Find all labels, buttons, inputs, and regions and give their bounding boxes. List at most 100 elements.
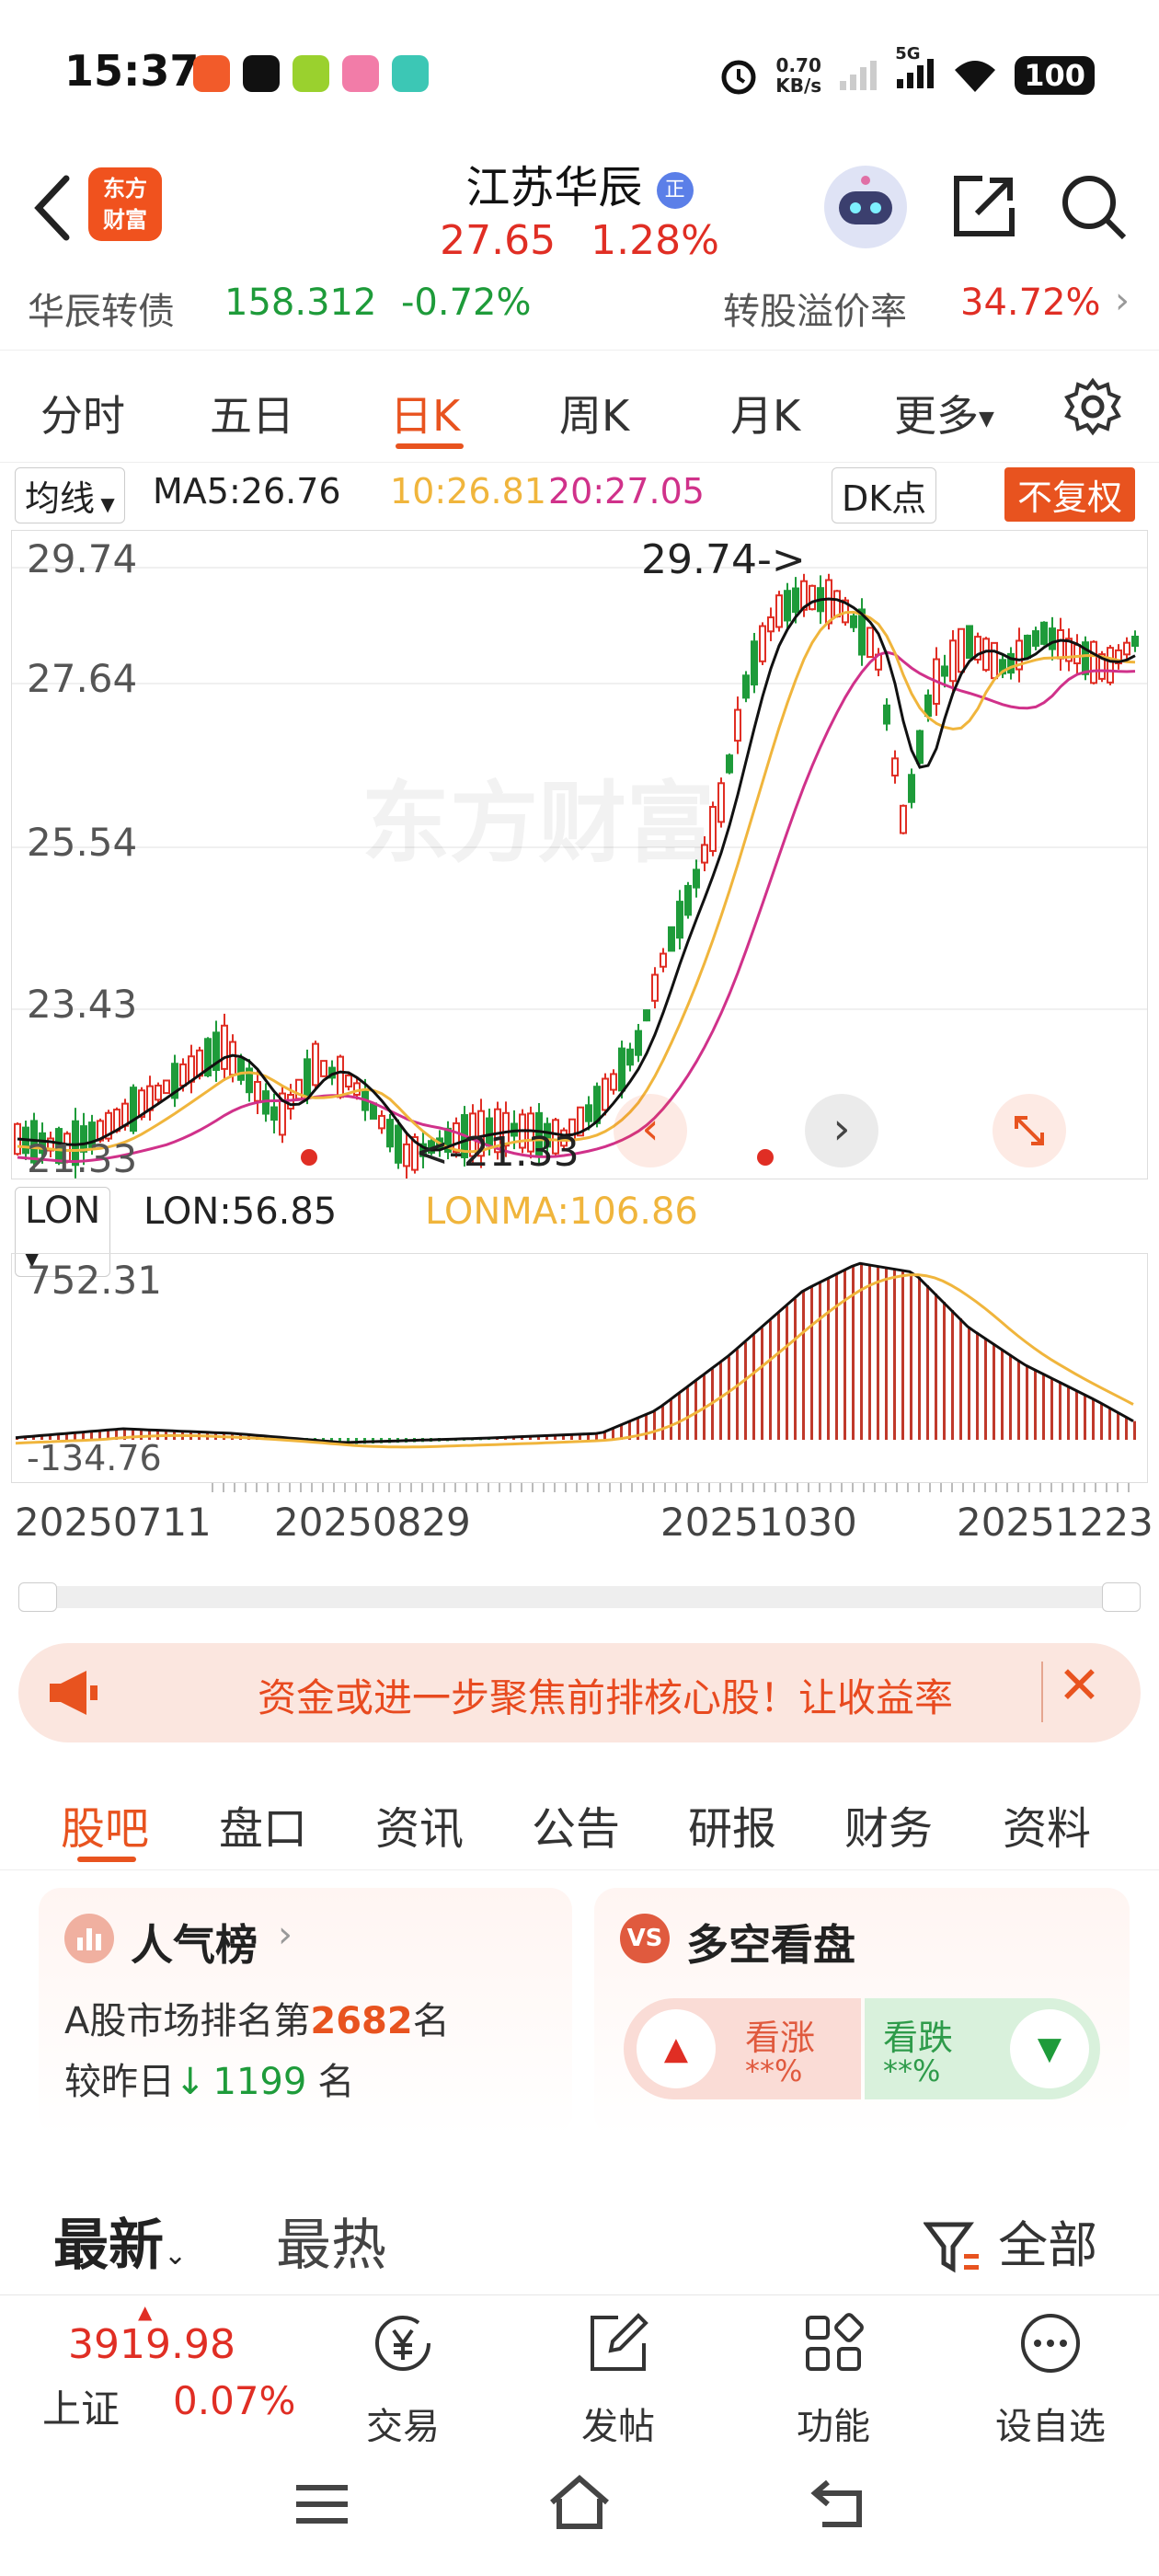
candle-body	[833, 590, 841, 618]
back-nav-button[interactable]	[808, 2477, 866, 2536]
scroll-left-button[interactable]: ‹	[614, 1094, 687, 1167]
range-scroller[interactable]	[18, 1582, 1141, 1612]
tab-five-day[interactable]: 五日	[210, 383, 294, 443]
network-type: 5G	[895, 44, 921, 63]
candle-body	[1131, 635, 1139, 648]
candle-body	[775, 594, 783, 628]
range-handle-right[interactable]	[1102, 1582, 1141, 1612]
home-button[interactable]	[546, 2473, 613, 2536]
lon-bar	[645, 1415, 648, 1440]
popularity-title: 人气榜	[131, 1920, 258, 1970]
vote-bar: ▲ 看涨 **% 看跌 **% ▼	[624, 1998, 1100, 2099]
candle-body	[759, 625, 766, 662]
lon-bar	[1092, 1398, 1095, 1440]
lon-bar	[694, 1381, 697, 1440]
return-icon	[810, 2479, 862, 2527]
candle-body	[991, 641, 998, 680]
lon-bar	[843, 1271, 846, 1440]
active-tab-indicator	[396, 443, 464, 449]
tab-news[interactable]: 资讯	[375, 1792, 464, 1857]
lon-bar	[1117, 1411, 1119, 1440]
candle-body	[734, 708, 741, 742]
ma-selector[interactable]: 均线 ▼	[15, 467, 125, 523]
dk-point-toggle[interactable]: DK点	[832, 467, 937, 523]
vote-down-button[interactable]: 看跌 **% ▼	[865, 1998, 1100, 2099]
tab-financials[interactable]: 财务	[844, 1792, 933, 1857]
lon-bar	[968, 1327, 970, 1440]
tab-announcements[interactable]: 公告	[532, 1792, 620, 1857]
banner-text: 资金或进一步聚焦前排核心股！让收益率	[258, 1675, 954, 1720]
battery-indicator: 100	[1015, 56, 1095, 95]
lon-bar	[835, 1274, 838, 1440]
period-tabs: 分时 五日 日K 周K 月K 更多▼	[0, 350, 1159, 463]
candle-body	[345, 1074, 352, 1088]
tab-research[interactable]: 研报	[688, 1792, 776, 1857]
close-icon[interactable]: ✕	[1058, 1656, 1101, 1716]
candle-body	[751, 640, 758, 686]
tab-guba[interactable]: 股吧	[61, 1792, 149, 1857]
index-name: 上证	[42, 2386, 120, 2432]
vote-up-value: **%	[745, 2053, 803, 2088]
candle-body	[229, 1041, 236, 1076]
lon-y-bottom: -134.76	[27, 1438, 162, 1478]
ai-assistant-button[interactable]	[824, 166, 907, 248]
task-app-icon	[293, 55, 329, 92]
lon-chart[interactable]: 752.31 -134.76	[11, 1253, 1148, 1483]
tab-daily-k[interactable]: 日K	[390, 383, 460, 443]
long-short-title: 多空看盘	[686, 1920, 855, 1970]
lon-bar	[827, 1279, 830, 1440]
chart-settings-button[interactable]	[1063, 377, 1122, 440]
index-ticker[interactable]: ▲ 3919.98 上证 0.07%	[0, 2295, 313, 2443]
convertible-bond-row[interactable]: 华辰转债 158.312 -0.72% 转股溢价率 34.72% ›	[0, 276, 1159, 351]
lon-bar	[670, 1399, 672, 1440]
y-label-2: 27.64	[27, 656, 138, 701]
filter-button[interactable]: 全部	[923, 2204, 1097, 2277]
tab-weekly-k[interactable]: 周K	[559, 383, 629, 443]
scroll-right-button[interactable]: ›	[805, 1094, 878, 1167]
event-dot[interactable]	[301, 1149, 317, 1166]
tab-latest[interactable]: 最新⌄	[53, 2201, 187, 2281]
functions-button[interactable]: 功能	[760, 2295, 907, 2448]
candle-body	[1040, 621, 1048, 645]
tab-hot[interactable]: 最热	[276, 2201, 386, 2281]
tab-profile[interactable]: 资料	[1003, 1792, 1091, 1857]
stock-name: 江苏华辰	[465, 162, 643, 213]
candle-body	[635, 1029, 642, 1056]
post-button[interactable]: 发帖	[545, 2295, 692, 2448]
event-dot[interactable]	[757, 1149, 774, 1166]
kline-chart[interactable]: 东方财富 29.74 27.64 25.54 23.43 21.33 29.74…	[11, 530, 1148, 1181]
add-watchlist-button[interactable]: 设自选	[977, 2295, 1124, 2448]
feed-tabs: 最新⌄ 最热 全部	[0, 2180, 1159, 2291]
lon-bar	[736, 1349, 739, 1440]
tab-intraday[interactable]: 分时	[40, 383, 125, 443]
tab-more-label: 更多	[894, 391, 979, 441]
x-label-4: 20251223	[957, 1500, 1153, 1545]
search-button[interactable]	[1058, 171, 1128, 245]
candle-body	[1073, 643, 1081, 665]
trade-button[interactable]: 交易	[329, 2295, 476, 2448]
tab-order-book[interactable]: 盘口	[219, 1792, 307, 1857]
menu-button[interactable]	[293, 2480, 351, 2532]
range-handle-left[interactable]	[18, 1582, 57, 1612]
candle-body	[610, 1073, 617, 1091]
lon-bar	[1017, 1360, 1020, 1440]
triangle-up-icon: ▲	[637, 2009, 716, 2088]
vote-up-button[interactable]: ▲ 看涨 **%	[624, 1998, 861, 2099]
gear-icon	[1064, 377, 1121, 436]
tab-more[interactable]: 更多▼	[894, 383, 994, 443]
robot-icon	[839, 176, 892, 224]
candle-body	[958, 627, 965, 673]
tab-monthly-k[interactable]: 月K	[730, 383, 800, 443]
candle-body	[809, 584, 816, 611]
rank-change-line: 较昨日↓ 1199 名	[64, 2052, 354, 2105]
candle-body	[395, 1124, 402, 1164]
search-icon	[1062, 176, 1127, 240]
adjust-button[interactable]: 不复权	[1004, 467, 1136, 522]
fullscreen-button[interactable]	[993, 1094, 1066, 1167]
popularity-card[interactable]: 人气榜 › A股市场排名第2682名 较昨日↓ 1199 名	[39, 1888, 572, 2136]
index-value: 3919.98	[68, 2321, 235, 2368]
lon-bar	[744, 1342, 747, 1440]
share-button[interactable]	[949, 171, 1019, 245]
watermark: 东方财富	[361, 772, 715, 875]
y-label-5: 21.33	[27, 1136, 138, 1181]
